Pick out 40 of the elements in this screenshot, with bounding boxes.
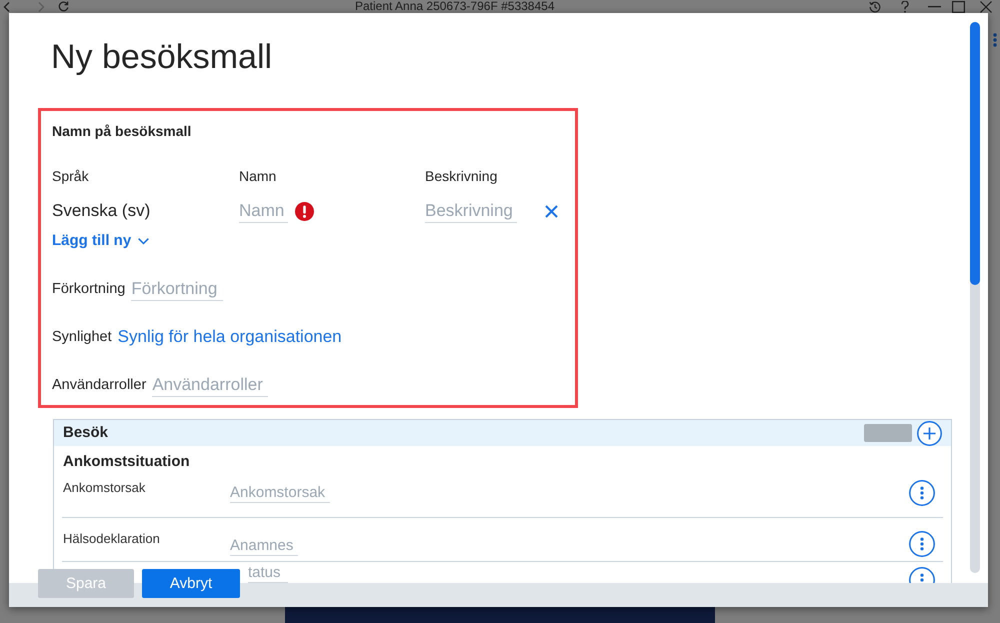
text-input[interactable]: Anamnes — [230, 535, 298, 556]
text-input[interactable]: tatus — [248, 562, 288, 583]
field-label: Förkortning — [52, 280, 126, 298]
scrollbar[interactable] — [970, 22, 980, 573]
text-input[interactable]: Användarroller — [152, 374, 268, 396]
more-icon[interactable] — [909, 531, 935, 557]
description-input[interactable]: Beskrivning — [425, 200, 517, 222]
add-icon[interactable] — [917, 420, 942, 446]
blank-chip — [864, 424, 912, 442]
maximize-icon[interactable] — [952, 0, 965, 12]
help-icon[interactable] — [901, 0, 909, 12]
history-icon[interactable] — [869, 0, 881, 12]
refresh-icon[interactable] — [58, 1, 69, 12]
text-input[interactable]: Ankomstorsak — [230, 482, 330, 503]
back-icon[interactable] — [3, 2, 10, 12]
more-icon[interactable] — [909, 480, 935, 506]
close-icon[interactable] — [980, 0, 992, 12]
name-input[interactable]: Namn — [239, 200, 288, 222]
language-text: Svenska (sv) — [52, 200, 150, 222]
row-label: Ankomstorsak — [63, 480, 146, 496]
window-title: Patient Anna 250673-796F #5338454 — [355, 0, 555, 13]
panel-title: Besök — [63, 424, 108, 442]
scrollbar-thumb[interactable] — [970, 22, 980, 285]
column-header: Språk — [52, 168, 89, 184]
cancel-button[interactable]: Avbryt — [142, 569, 240, 598]
section-heading: Namn på besöksmall — [52, 123, 192, 139]
minimize-icon[interactable] — [928, 6, 941, 8]
more-icon[interactable] — [993, 33, 997, 47]
row-label: Hälsodeklaration — [63, 531, 160, 547]
close-icon[interactable] — [545, 204, 558, 218]
visibility-link[interactable]: Synlig för hela organisationen — [118, 326, 342, 348]
field-label: Synlighet — [52, 328, 112, 346]
dialog-title: Ny besöksmall — [51, 37, 272, 77]
add-new-button[interactable]: Lägg till ny — [52, 231, 150, 251]
column-header: Beskrivning — [425, 168, 498, 184]
group-title: Ankomstsituation — [63, 453, 190, 471]
text-input[interactable]: Förkortning — [131, 278, 224, 300]
chevron-down-icon — [138, 238, 150, 244]
column-header: Namn — [239, 168, 276, 184]
field-label: Användarroller — [52, 376, 146, 394]
